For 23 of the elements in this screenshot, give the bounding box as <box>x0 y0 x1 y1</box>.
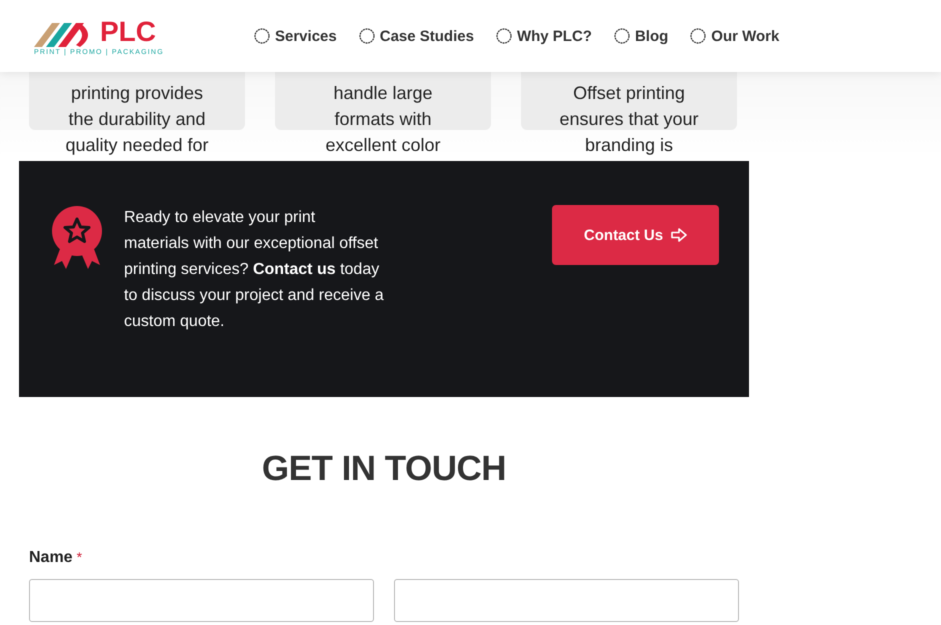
circle-icon <box>614 28 630 44</box>
nav-link[interactable]: Blog <box>614 28 668 44</box>
circle-icon <box>254 28 270 44</box>
field-label: Name <box>29 549 73 567</box>
circle-icon <box>496 28 512 44</box>
circle-icon <box>358 28 375 44</box>
card-text: Offset printing ensures that your branding is <box>558 82 700 157</box>
card-text: handle large formats with excellent color <box>324 82 442 157</box>
logo-text: PLC <box>100 16 156 46</box>
card-text: printing provides the durability and quality needed for <box>64 82 210 157</box>
section-title: GET IN TOUCH <box>260 448 508 490</box>
award-badge-icon <box>50 205 104 271</box>
contact-button[interactable]: Contact Us <box>552 205 719 265</box>
nav-link[interactable]: Our Work <box>690 28 780 44</box>
circle-icon <box>690 28 706 44</box>
nav-link[interactable]: Why PLC? <box>496 28 592 44</box>
cta-text: Ready to elevate your print materials with our exceptional offset printing services? Contact us today to discuss your project and receive a custom quote. <box>124 208 384 332</box>
arrow-right-icon <box>671 228 688 242</box>
last-name-field[interactable] <box>394 579 739 622</box>
first-name-field[interactable] <box>29 579 374 622</box>
required-mark: * <box>76 549 82 567</box>
nav-link[interactable]: Services <box>254 28 337 44</box>
nav-link[interactable]: Case Studies <box>358 28 474 44</box>
